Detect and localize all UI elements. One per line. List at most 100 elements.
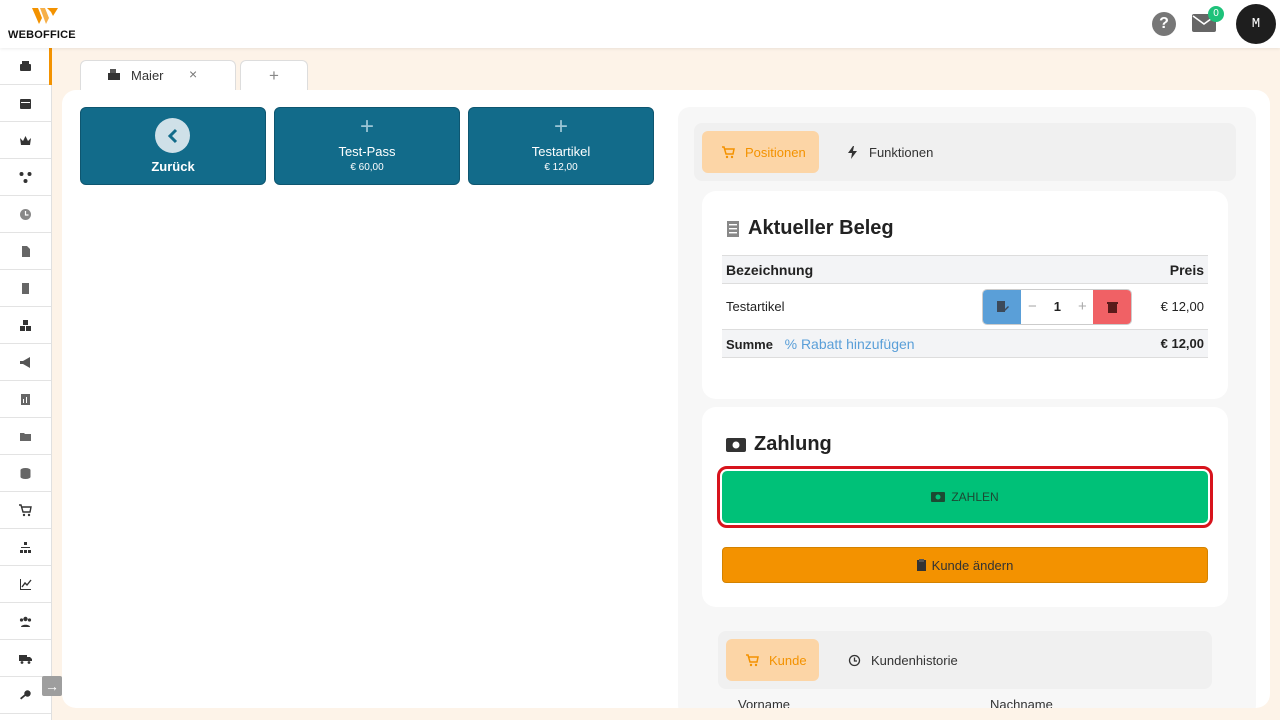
sidebar-item-chart[interactable] (0, 566, 51, 603)
increase-quantity-button[interactable]: + (1071, 289, 1094, 324)
boxes-icon (20, 319, 31, 331)
field-label-vorname: Vorname (738, 697, 791, 708)
receipt-title-text: Aktueller Beleg (748, 217, 894, 239)
tab-funktionen-label: Funktionen (869, 144, 934, 160)
sum-value: € 12,00 (946, 329, 1208, 358)
users-icon (19, 616, 32, 627)
product-tile-testartikel[interactable]: + Testartikel € 12,00 (468, 107, 654, 185)
sidebar-item-database[interactable] (0, 455, 51, 492)
history-icon (848, 654, 861, 666)
receipt-column: Positionen Funktionen Aktueller Beleg Be… (678, 107, 1256, 708)
tab-funktionen[interactable]: Funktionen (846, 131, 966, 173)
clipboard-icon (916, 559, 926, 571)
close-tab-icon[interactable]: × (189, 66, 197, 82)
pay-button[interactable]: ZAHLEN (717, 466, 1213, 528)
tab-positionen-label: Positionen (745, 144, 806, 160)
back-label: Zurück (151, 159, 195, 174)
payment-title: Zahlung (726, 433, 832, 456)
sidebar-item-cash-register[interactable] (0, 48, 52, 85)
logo-text: WEBOFFICE (8, 29, 76, 41)
plus-icon: + (359, 113, 374, 140)
product-price: € 12,00 (544, 162, 578, 173)
product-tile-test-pass[interactable]: + Test-Pass € 60,00 (274, 107, 460, 185)
megaphone-icon (20, 356, 30, 368)
sidebar-item-megaphone[interactable] (0, 344, 51, 381)
delete-item-button[interactable] (1093, 289, 1132, 324)
receipt-icon (22, 282, 29, 294)
table-header-row: Bezeichnung Preis (722, 255, 1208, 284)
logo-mark-icon (32, 8, 58, 24)
sidebar-item-report[interactable] (0, 381, 51, 418)
tab-maier[interactable]: Maier × (80, 60, 236, 90)
money-icon (726, 437, 746, 452)
percent-icon: % (784, 335, 798, 352)
clock-icon (20, 208, 31, 220)
current-receipt-card: Aktueller Beleg Bezeichnung Preis Testar… (702, 191, 1228, 399)
tab-kunde[interactable]: Kunde (726, 639, 819, 681)
sidebar-item-network[interactable] (0, 159, 51, 196)
expand-sidebar-button[interactable]: → (42, 676, 62, 696)
sidebar-item-truck[interactable] (0, 640, 51, 677)
report-icon (21, 393, 30, 405)
sum-label: Summe (726, 336, 773, 352)
edit-item-button[interactable] (983, 289, 1022, 324)
product-price: € 60,00 (350, 162, 384, 173)
field-label-nachname: Nachname (990, 697, 1053, 708)
sum-label-cell: Summe % Rabatt hinzufügen (722, 329, 947, 358)
mail-count-badge: 0 (1208, 6, 1224, 22)
chevron-left-icon (155, 118, 190, 153)
money-icon (931, 492, 946, 502)
sidebar-item-calendar[interactable] (0, 85, 51, 122)
tab-label: Maier (131, 68, 164, 83)
tab-kunde-label: Kunde (769, 652, 807, 668)
product-name: Testartikel (531, 144, 591, 159)
weboffice-logo[interactable]: WEBOFFICE (8, 6, 82, 42)
change-customer-label: Kunde ändern (931, 557, 1014, 573)
receipt-tabs: Positionen Funktionen (694, 123, 1236, 181)
sidebar-item-receipt[interactable] (0, 270, 51, 307)
item-controls: − 1 + € 12,00 (946, 283, 1208, 330)
column-header-name: Bezeichnung (722, 255, 947, 284)
receipt-title: Aktueller Beleg (726, 217, 894, 240)
pay-label: ZAHLEN (951, 490, 999, 504)
tab-kundenhistorie[interactable]: Kundenhistorie (848, 639, 988, 681)
add-discount-link[interactable]: % Rabatt hinzufügen (785, 336, 915, 352)
item-name: Testartikel (722, 283, 947, 330)
chart-icon (20, 578, 32, 590)
plus-icon: + (553, 113, 568, 140)
folder-icon (20, 432, 31, 441)
sidebar-item-clock[interactable] (0, 196, 51, 233)
quantity-value[interactable]: 1 (1043, 289, 1072, 324)
sidebar-item-folder[interactable] (0, 418, 51, 455)
document-icon (22, 245, 30, 257)
product-name: Test-Pass (338, 144, 396, 159)
cash-register-icon (20, 60, 31, 71)
calendar-icon (20, 98, 31, 109)
user-avatar[interactable]: M (1236, 4, 1276, 44)
help-icon[interactable]: ? (1152, 12, 1176, 36)
sidebar-item-users[interactable] (0, 603, 51, 640)
crown-icon (20, 135, 31, 145)
decrease-quantity-button[interactable]: − (1021, 289, 1044, 324)
back-button[interactable]: Zurück (80, 107, 266, 185)
customer-tabs: Kunde Kundenhistorie (718, 631, 1212, 689)
network-icon (19, 171, 32, 183)
add-tab-button[interactable]: + (240, 60, 308, 90)
lightning-icon (848, 145, 857, 159)
hierarchy-icon (20, 541, 31, 553)
receipt-icon (727, 220, 739, 237)
sidebar-item-crown[interactable] (0, 122, 51, 159)
sidebar-item-hierarchy[interactable] (0, 529, 51, 566)
main-panel: Zurück + Test-Pass € 60,00 + Testartikel… (62, 90, 1270, 708)
sidebar-item-document[interactable] (0, 233, 51, 270)
item-price: € 12,00 (1160, 299, 1204, 314)
sum-row: Summe % Rabatt hinzufügen € 12,00 (722, 329, 1208, 358)
cart-icon (722, 145, 735, 158)
sidebar-item-cart[interactable] (0, 492, 51, 529)
sidebar-item-boxes[interactable] (0, 307, 51, 344)
tab-positionen[interactable]: Positionen (702, 131, 819, 173)
sidebar (0, 48, 52, 720)
payment-card: Zahlung ZAHLEN Kunde ändern (702, 407, 1228, 607)
key-icon (20, 689, 31, 700)
change-customer-button[interactable]: Kunde ändern (722, 547, 1208, 583)
